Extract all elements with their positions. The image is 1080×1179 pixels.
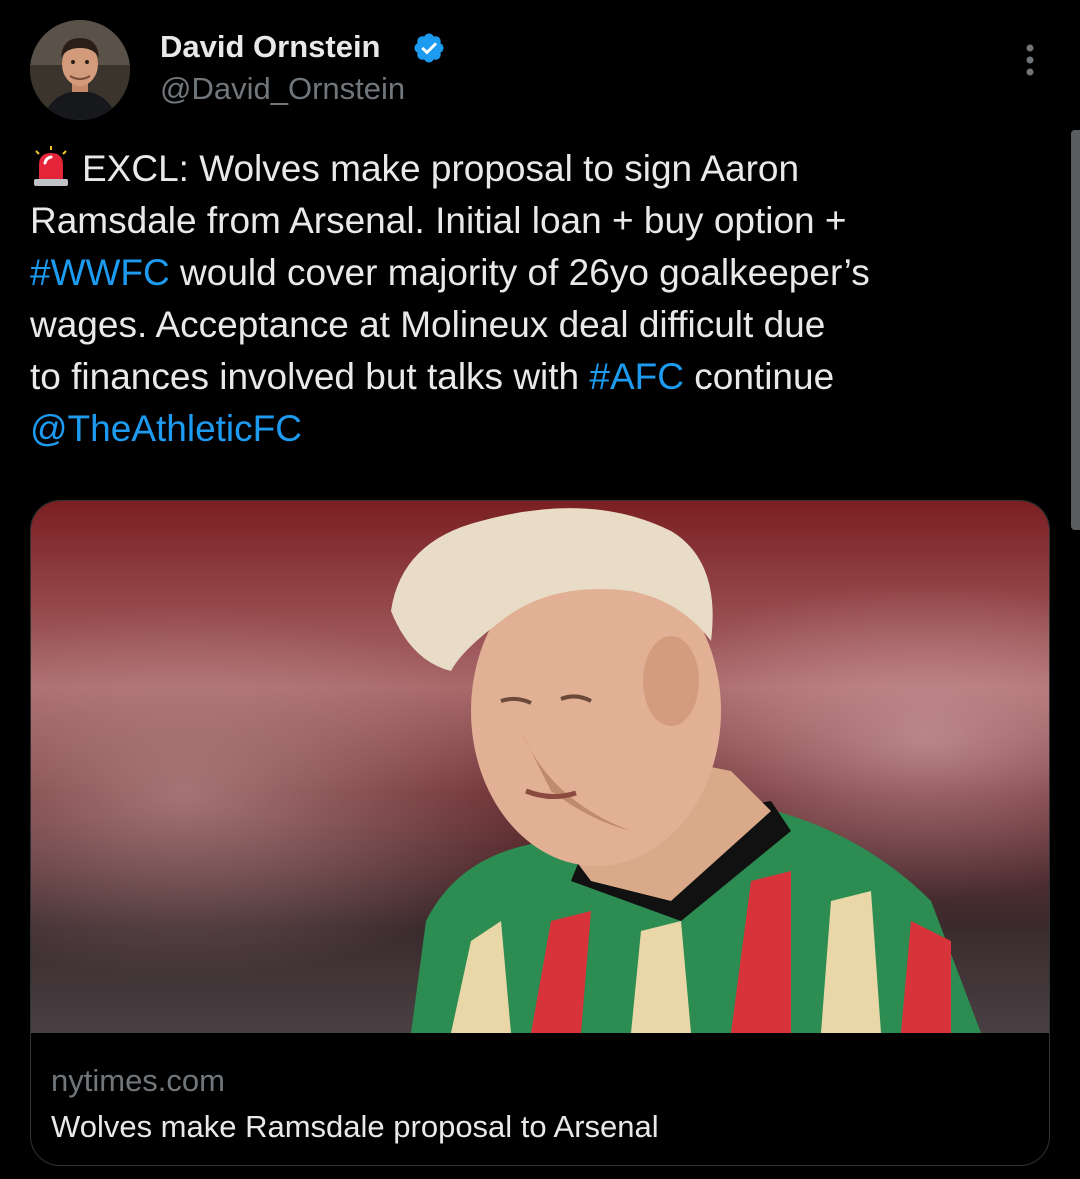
author-name[interactable]: David Ornstein	[160, 28, 381, 66]
verified-badge-icon	[414, 33, 444, 63]
tweet-line: EXCL: Wolves make proposal to sign Aaron	[30, 143, 1020, 195]
tweet-text-segment: to finances involved but talks with	[30, 356, 590, 397]
scrollbar[interactable]	[1071, 130, 1080, 530]
tweet-text-segment: continue	[684, 356, 835, 397]
tweet-text: EXCL: Wolves make proposal to sign Aaron…	[30, 143, 1020, 455]
mention-theathleticfc-link[interactable]: @TheAthleticFC	[30, 408, 302, 449]
card-title[interactable]: Wolves make Ramsdale proposal to Arsenal	[51, 1107, 659, 1147]
tweet-line: Ramsdale from Arsenal. Initial loan + bu…	[30, 195, 1020, 247]
tweet-text-segment: would cover majority of 26yo goalkeeper’…	[169, 252, 870, 293]
card-domain[interactable]: nytimes.com	[51, 1061, 225, 1101]
author-handle[interactable]: @David_Ornstein	[160, 70, 405, 108]
police-siren-icon	[34, 146, 68, 186]
hashtag-wwfc-link[interactable]: #WWFC	[30, 252, 170, 293]
tweet[interactable]: David Ornstein @David_Ornstein EXCL: Wol…	[0, 0, 1080, 1179]
tweet-line: to finances involved but talks with #AFC…	[30, 351, 1020, 403]
tweet-text-segment: Ramsdale from Arsenal. Initial loan + bu…	[30, 200, 847, 241]
tweet-line: #WWFC would cover majority of 26yo goalk…	[30, 247, 1020, 299]
tweet-line: wages. Acceptance at Molineux deal diffi…	[30, 299, 1020, 351]
link-card[interactable]: nytimes.com Wolves make Ramsdale proposa…	[30, 500, 1050, 1166]
article-photo[interactable]	[31, 501, 1049, 1033]
tweet-text-segment: wages. Acceptance at Molineux deal diffi…	[30, 304, 826, 345]
author-avatar[interactable]	[30, 20, 130, 120]
hashtag-afc-link[interactable]: #AFC	[589, 356, 684, 397]
more-vertical-icon[interactable]	[1012, 40, 1048, 80]
tweet-line: @TheAthleticFC	[30, 403, 1020, 455]
tweet-text-segment: EXCL: Wolves make proposal to sign Aaron	[82, 148, 800, 189]
